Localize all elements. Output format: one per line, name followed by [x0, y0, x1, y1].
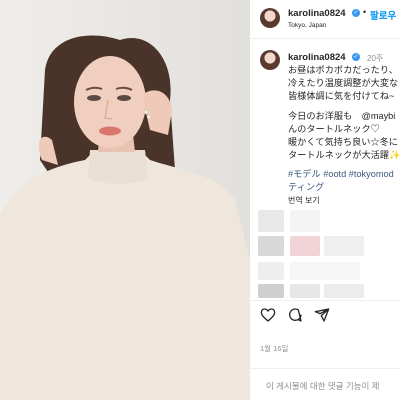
caption-line: んのタートルネック♡ [288, 124, 380, 134]
translate-link[interactable]: 번역 보기 [288, 195, 320, 206]
post-side-panel: karolina0824 ✓ • 팔로우 Tokyo, Japan karoli… [250, 0, 400, 400]
blurred-comment [290, 262, 360, 280]
blurred-comment [290, 236, 320, 256]
verified-badge-icon: ✓ [352, 53, 360, 61]
blurred-comment [324, 236, 364, 256]
blurred-comment [290, 284, 320, 298]
header-username[interactable]: karolina0824 [288, 8, 346, 19]
blurred-comment [324, 284, 364, 298]
action-bar [250, 300, 400, 329]
caption-line: 冷えたり温度調整が大変な [288, 78, 399, 88]
caption-line: 皆様体調に気を付けてね~ [288, 91, 395, 101]
caption-avatar[interactable] [260, 50, 280, 70]
location-label[interactable]: Tokyo, Japan [288, 22, 326, 29]
comment-icon[interactable] [287, 307, 303, 323]
caption-username[interactable]: karolina0824 [288, 52, 346, 63]
post-date: 1월 16일 [260, 344, 289, 353]
caption-line: 今日のお洋服も @maybi [288, 111, 396, 121]
caption-line: タートルネックが大活躍✨ [288, 150, 400, 160]
heart-icon[interactable] [260, 307, 276, 323]
caption-line: 暖かくて気持ち良い☆冬に [288, 137, 398, 147]
blurred-comment [258, 284, 284, 298]
photo-illustration [0, 0, 250, 400]
verified-badge-icon: ✓ [352, 9, 360, 17]
hashtags[interactable]: ティング [288, 181, 324, 194]
caption-line: お昼はポカポカだったり、 [288, 65, 398, 75]
blurred-comment [258, 262, 284, 280]
avatar[interactable] [260, 8, 280, 28]
time-ago: 20주 [367, 54, 384, 63]
comments-disabled-text: 이 게시물에 대한 댓글 기능이 제 [266, 381, 380, 391]
post-photo[interactable] [0, 0, 250, 400]
follow-button[interactable]: 팔로우 [370, 8, 396, 22]
comments-disabled-bar: 이 게시물에 대한 댓글 기능이 제 [250, 368, 400, 400]
hashtags[interactable]: #モデル #ootd #tokyomod [288, 168, 394, 181]
blurred-comment [258, 210, 284, 232]
post-header: karolina0824 ✓ • 팔로우 Tokyo, Japan [250, 0, 400, 39]
blurred-comment [258, 236, 284, 256]
share-icon[interactable] [314, 307, 330, 323]
blurred-comment [290, 210, 320, 232]
separator-dot: • [363, 7, 367, 17]
